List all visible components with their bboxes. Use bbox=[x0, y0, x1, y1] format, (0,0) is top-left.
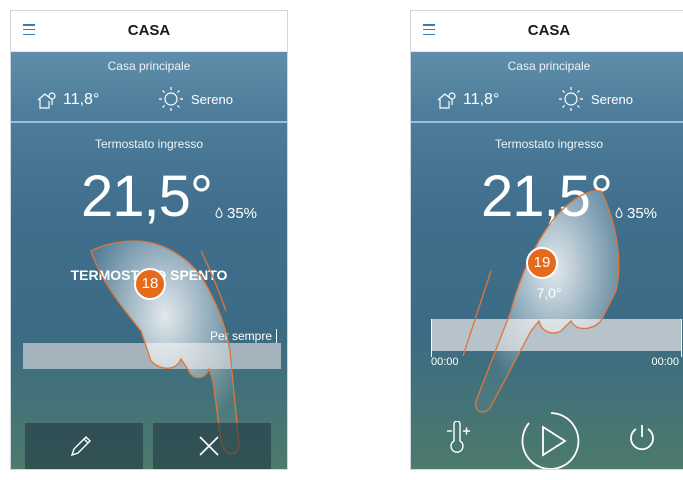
sun-icon bbox=[159, 87, 183, 111]
outside-temperature: 11,8° bbox=[63, 91, 100, 108]
divider bbox=[11, 121, 287, 123]
home-name: Casa principale bbox=[107, 59, 191, 73]
hand-pointer-icon bbox=[462, 190, 620, 413]
weather-condition: Sereno bbox=[191, 92, 233, 107]
weather-row: 11,8° Sereno bbox=[411, 83, 683, 115]
close-button[interactable] bbox=[153, 423, 271, 469]
thermostat-name: Termostato ingresso bbox=[94, 137, 204, 151]
divider bbox=[411, 121, 683, 123]
step-badge: 19 bbox=[526, 247, 558, 279]
thermostat-name: Termostato ingresso bbox=[494, 137, 604, 151]
edit-button[interactable] bbox=[25, 423, 143, 469]
page-title: CASA bbox=[127, 22, 171, 39]
timeline-start-tick bbox=[431, 319, 432, 357]
weather-row: 11,8° Sereno bbox=[11, 83, 287, 115]
timeline-end-time: 00:00 bbox=[651, 356, 679, 368]
humidity-readout: 35% bbox=[215, 205, 257, 222]
outside-temperature: 11,8° bbox=[463, 91, 500, 108]
weather-condition: Sereno bbox=[591, 92, 633, 107]
play-icon[interactable] bbox=[519, 409, 583, 470]
power-icon[interactable] bbox=[627, 423, 657, 453]
page-title: CASA bbox=[527, 22, 571, 39]
phone-screen-right: CASA Casa principale 11,8° Sereno Termos… bbox=[410, 10, 683, 470]
home-name: Casa principale bbox=[507, 59, 591, 73]
app-header: CASA bbox=[411, 11, 683, 52]
timeline-end-tick bbox=[681, 319, 682, 357]
sun-icon bbox=[559, 87, 583, 111]
app-header: CASA bbox=[11, 11, 287, 52]
phone-screen-left: CASA Casa principale 11,8° Sereno Termos… bbox=[10, 10, 288, 470]
house-thermometer-icon bbox=[437, 92, 456, 109]
house-thermometer-icon bbox=[37, 92, 56, 109]
step-badge: 18 bbox=[134, 268, 166, 300]
close-icon bbox=[199, 436, 219, 456]
drop-icon bbox=[215, 207, 223, 218]
pencil-icon bbox=[70, 436, 91, 457]
humidity-value: 35% bbox=[227, 205, 258, 222]
thermometer-plus-icon[interactable] bbox=[445, 421, 471, 455]
current-temperature: 21,5° bbox=[81, 164, 213, 229]
